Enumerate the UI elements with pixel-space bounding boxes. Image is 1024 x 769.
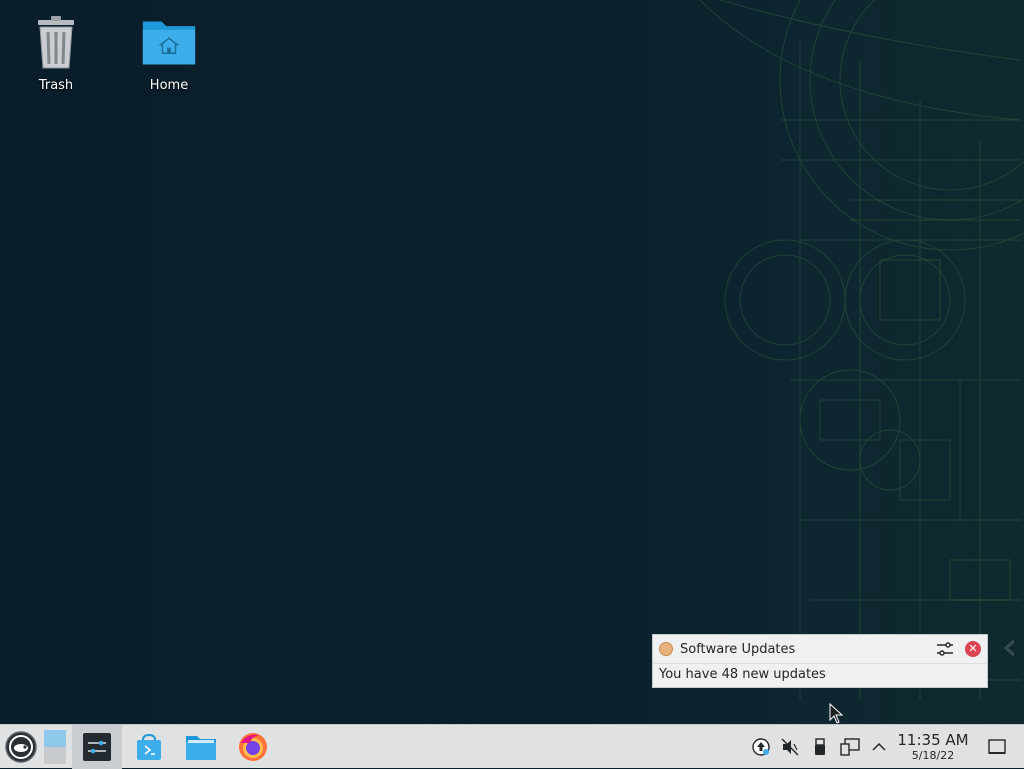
desktop-icon-label: Trash	[38, 78, 74, 93]
desktop[interactable]: Trash Home	[0, 0, 1024, 724]
pager-widget[interactable]	[42, 725, 68, 769]
show-desktop-icon[interactable]	[987, 737, 1007, 757]
desktop-icon-home[interactable]: Home	[124, 4, 214, 93]
notification-message: You have 48 new updates	[659, 667, 826, 682]
volume-muted-icon[interactable]	[780, 737, 800, 757]
discover-store-icon	[137, 733, 161, 760]
software-updates-icon	[659, 642, 673, 656]
usb-device-icon[interactable]	[810, 737, 830, 757]
taskbar: 11:35 AM 5/18/22	[0, 724, 1024, 769]
trash-icon	[38, 16, 74, 69]
configure-icon[interactable]	[935, 639, 955, 659]
task-firefox[interactable]	[228, 725, 278, 769]
task-system-settings[interactable]	[72, 725, 122, 769]
task-file-manager[interactable]	[176, 725, 226, 769]
clock-date: 5/18/22	[911, 749, 955, 762]
clock-time: 11:35 AM	[897, 731, 969, 749]
firefox-icon	[239, 733, 267, 761]
network-icon[interactable]	[840, 737, 860, 757]
updates-icon[interactable]	[751, 737, 771, 757]
task-discover[interactable]	[124, 725, 174, 769]
pager-icon	[44, 730, 66, 764]
system-settings-icon	[83, 733, 111, 761]
notification-popup[interactable]: Software Updates ✕ You have 48 new updat…	[652, 634, 988, 688]
application-launcher-button[interactable]	[2, 725, 40, 769]
tray-expand-icon[interactable]	[869, 737, 889, 757]
notification-title: Software Updates	[680, 641, 796, 657]
desktop-icon-label: Home	[149, 78, 189, 93]
file-manager-icon	[186, 736, 216, 760]
wallpaper-art	[699, 0, 1024, 700]
desktop-icon-trash[interactable]: Trash	[11, 4, 101, 93]
home-folder-icon	[142, 21, 196, 65]
panel-edge-handle-icon[interactable]	[1000, 638, 1020, 658]
digital-clock[interactable]: 11:35 AM 5/18/22	[897, 731, 969, 763]
opensuse-launcher-icon	[5, 731, 37, 763]
mouse-cursor-icon	[829, 703, 844, 724]
close-icon[interactable]: ✕	[965, 641, 981, 657]
notification-header: Software Updates ✕	[653, 635, 987, 664]
